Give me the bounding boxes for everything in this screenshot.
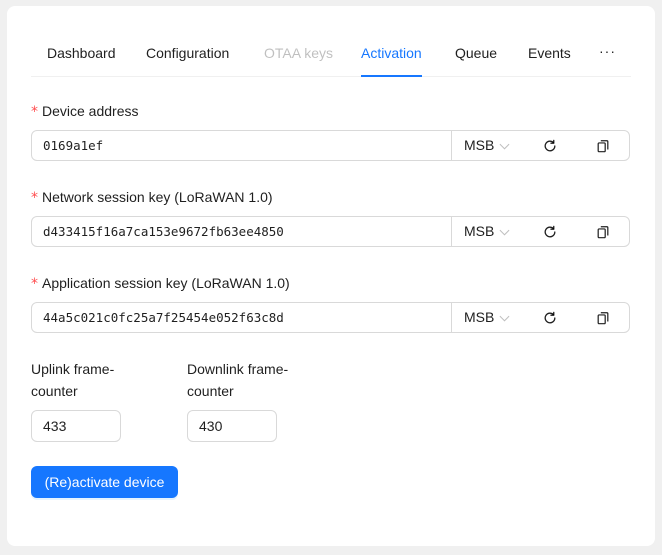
reload-icon xyxy=(544,311,556,323)
copy-icon xyxy=(597,311,609,324)
copy-button[interactable] xyxy=(577,217,629,246)
reload-icon xyxy=(544,139,556,151)
reactivate-device-button[interactable]: (Re)activate device xyxy=(31,466,178,498)
device-address-group: 0169a1ef MSB xyxy=(31,130,630,161)
app-s-key-input[interactable]: 44a5c021c0fc25a7f25454e052f63c8d xyxy=(32,303,452,332)
byte-order-select[interactable]: MSB xyxy=(453,217,524,246)
copy-icon xyxy=(597,225,609,238)
required-mark: * xyxy=(31,104,38,120)
nwk-s-key-group: d433415f16a7ca153e9672fb63ee4850 MSB xyxy=(31,216,630,247)
copy-button[interactable] xyxy=(577,303,629,332)
copy-button[interactable] xyxy=(577,131,629,160)
chevron-down-icon xyxy=(499,225,510,236)
uplink-counter-input[interactable]: 433 xyxy=(31,410,121,442)
chevron-down-icon xyxy=(499,139,510,150)
tab-otaa-keys: OTAA keys xyxy=(264,45,333,61)
app-s-key-group: 44a5c021c0fc25a7f25454e052f63c8d MSB xyxy=(31,302,630,333)
tab-configuration[interactable]: Configuration xyxy=(146,30,229,76)
required-mark: * xyxy=(31,276,38,292)
app-s-key-label: * Application session key (LoRaWAN 1.0) xyxy=(31,275,290,292)
byte-order-select[interactable]: MSB xyxy=(453,303,524,332)
device-address-label: * Device address xyxy=(31,103,139,120)
tab-bar: Dashboard Configuration OTAA keys Activa… xyxy=(31,30,631,77)
tab-dashboard[interactable]: Dashboard xyxy=(47,30,116,76)
chevron-down-icon xyxy=(499,311,510,322)
tab-queue[interactable]: Queue xyxy=(455,30,497,76)
byte-order-value: MSB xyxy=(464,223,495,239)
device-address-input[interactable]: 0169a1ef xyxy=(32,131,452,160)
downlink-counter-input[interactable]: 430 xyxy=(187,410,277,442)
generate-button[interactable] xyxy=(524,303,576,332)
copy-icon xyxy=(597,139,609,152)
nwk-s-key-input[interactable]: d433415f16a7ca153e9672fb63ee4850 xyxy=(32,217,452,246)
generate-button[interactable] xyxy=(524,131,576,160)
tabs-more-button[interactable]: ··· xyxy=(599,30,616,76)
byte-order-select[interactable]: MSB xyxy=(453,131,524,160)
byte-order-value: MSB xyxy=(464,137,495,153)
uplink-counter-label: Uplink frame-counter xyxy=(31,361,115,399)
generate-button[interactable] xyxy=(524,217,576,246)
tab-activation[interactable]: Activation xyxy=(361,30,422,77)
tab-events[interactable]: Events xyxy=(528,30,571,76)
reload-icon xyxy=(544,225,556,237)
byte-order-value: MSB xyxy=(464,309,495,325)
nwk-s-key-label: * Network session key (LoRaWAN 1.0) xyxy=(31,189,273,206)
required-mark: * xyxy=(31,190,38,206)
downlink-counter-label: Downlink frame-counter xyxy=(187,361,289,399)
